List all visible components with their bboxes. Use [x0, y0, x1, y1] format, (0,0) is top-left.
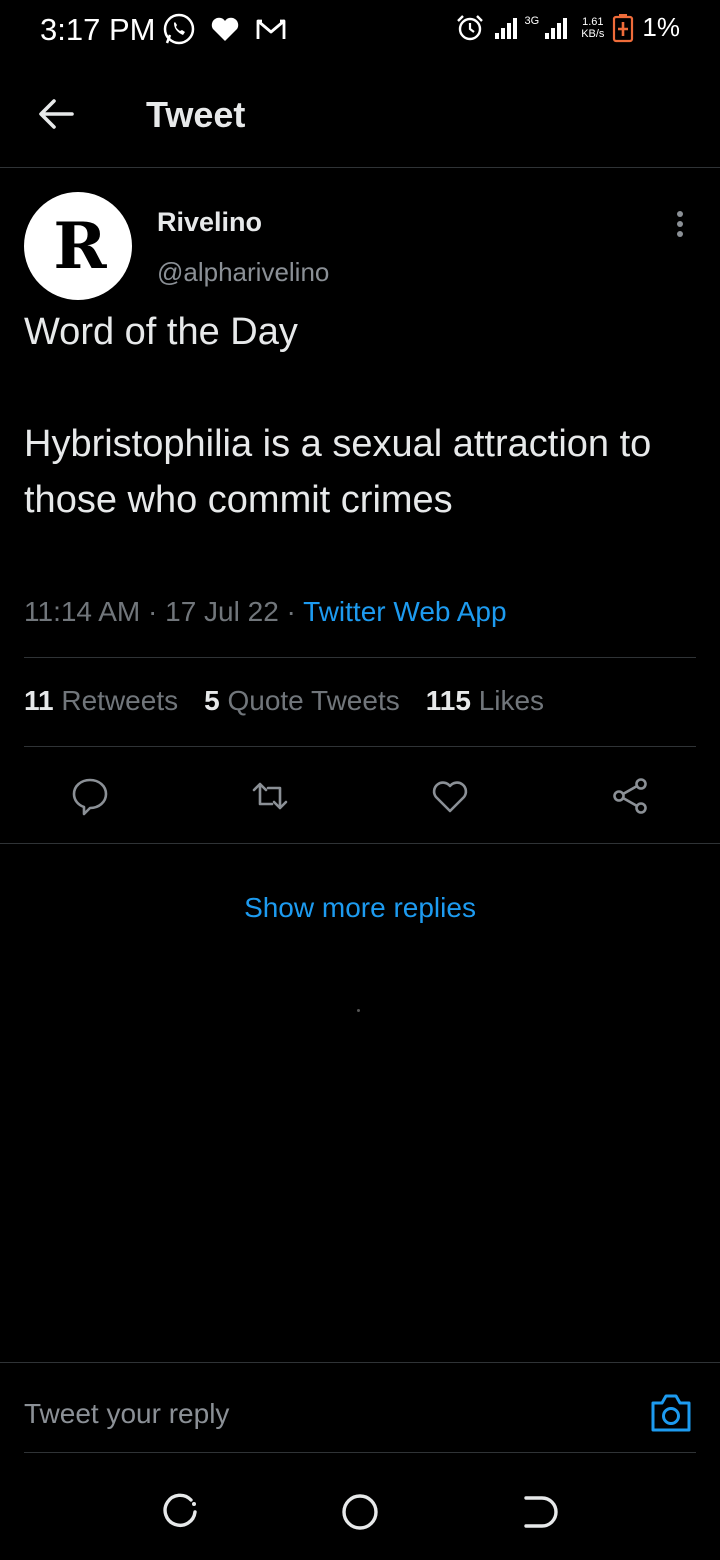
quote-tweets-stat[interactable]: 5 Quote Tweets	[204, 685, 400, 717]
meta-separator: ·	[286, 596, 296, 627]
network-type: 3G	[524, 14, 540, 27]
status-right-cluster: 3G 1.61 KB/s 1%	[455, 12, 680, 43]
divider	[0, 843, 720, 844]
status-time: 3:17 PM	[40, 12, 156, 47]
divider	[24, 1452, 696, 1453]
divider	[0, 1362, 720, 1363]
tweet-date: 17 Jul 22	[165, 596, 279, 627]
tweet-text-line: Word of the Day	[24, 311, 298, 353]
avatar[interactable]: R	[24, 192, 132, 300]
gmail-icon	[256, 19, 286, 39]
loading-dot	[357, 1009, 360, 1012]
tweet-source-link[interactable]: Twitter Web App	[303, 596, 506, 627]
heart-icon	[211, 17, 239, 41]
home-nav-icon[interactable]	[338, 1490, 382, 1534]
reply-icon[interactable]	[70, 776, 110, 816]
top-app-bar: Tweet	[0, 64, 720, 168]
more-options-icon[interactable]	[664, 206, 696, 242]
back-nav-icon[interactable]	[518, 1490, 562, 1534]
notification-icons	[162, 12, 288, 46]
camera-icon[interactable]	[648, 1390, 694, 1436]
battery-percent: 1%	[642, 12, 680, 42]
tweet-text-line: Hybristophilia is a sexual attraction to…	[24, 423, 652, 521]
network-speed-unit: KB/s	[581, 27, 605, 40]
recents-nav-icon[interactable]	[158, 1490, 202, 1534]
share-icon[interactable]	[610, 776, 650, 816]
page-title: Tweet	[146, 94, 246, 135]
signal-strength-icon-2	[545, 17, 568, 39]
whatsapp-icon	[163, 13, 195, 45]
arrow-left-icon[interactable]	[34, 92, 78, 136]
tweet-actions	[0, 768, 720, 824]
show-more-replies-button[interactable]: Show more replies	[0, 892, 720, 924]
meta-separator: ·	[148, 596, 158, 627]
author-handle[interactable]: @alpharivelino	[157, 257, 329, 288]
signal-strength-icon	[494, 17, 517, 39]
divider	[24, 657, 696, 658]
retweets-stat[interactable]: 11 Retweets	[24, 685, 178, 717]
retweet-icon[interactable]	[250, 776, 290, 816]
author-name[interactable]: Rivelino	[157, 207, 262, 238]
battery-icon	[613, 13, 634, 42]
tweet-metadata: 11:14 AM · 17 Jul 22 · Twitter Web App	[24, 596, 507, 628]
tweet-text: Word of the Day Hybristophilia is a sexu…	[24, 304, 696, 528]
reply-input[interactable]	[24, 1384, 624, 1444]
divider	[24, 746, 696, 747]
like-icon[interactable]	[430, 776, 470, 816]
network-speed: 1.61 KB/s	[581, 16, 604, 40]
tweet-time: 11:14 AM	[24, 596, 141, 627]
likes-stat[interactable]: 115 Likes	[426, 685, 544, 717]
alarm-icon	[456, 14, 483, 40]
tweet-text-line	[24, 360, 696, 416]
tweet-stats: 11 Retweets 5 Quote Tweets 115 Likes	[24, 685, 544, 717]
avatar-letter: R	[53, 208, 106, 284]
network-speed-value: 1.61	[582, 15, 604, 28]
status-bar: 3:17 PM 3G 1.61 KB/s 1%	[0, 0, 720, 64]
